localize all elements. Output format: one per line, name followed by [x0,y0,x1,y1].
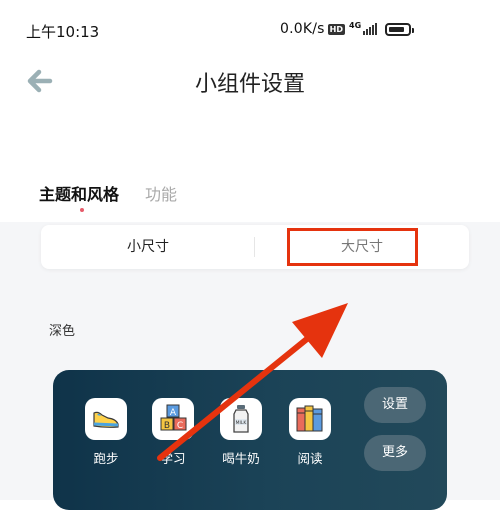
active-tab-indicator [80,208,84,212]
status-indicators: 0.0K/s HD 4G [280,20,415,37]
small-size-option[interactable]: 小尺寸 [41,225,255,269]
app-running[interactable]: 跑步 [83,398,129,467]
hd-badge: HD [327,23,345,35]
app-label: 阅读 [297,451,323,466]
svg-text:B: B [164,421,170,431]
network-speed: 0.0K/s [280,21,325,37]
tab-function[interactable]: 功能 [145,181,177,205]
app-milk[interactable]: MILK 喝牛奶 [218,398,264,467]
page-title: 小组件设置 [194,72,305,97]
tab-theme-style[interactable]: 主题和风格 [39,181,120,212]
app-reading[interactable]: 阅读 [287,398,333,467]
annotation-highlight-box [287,228,418,266]
app-study[interactable]: A B C 学习 [150,398,196,467]
milk-bottle-icon: MILK [220,398,262,440]
battery-level [389,26,405,32]
network-type: 4G [349,20,362,30]
svg-text:C: C [177,421,183,431]
status-bar: 上午10:13 0.0K/s HD 4G [0,0,500,58]
more-button[interactable]: 更多 [364,435,426,471]
books-icon [289,398,331,440]
abc-blocks-icon: A B C [152,398,194,440]
running-shoe-icon [85,398,127,440]
status-time: 上午10:13 [26,23,100,41]
signal-strength-icon [362,23,378,35]
tab-label: 主题和风格 [39,185,120,204]
tab-bar: 主题和风格 功能 [39,181,203,212]
tab-label: 功能 [145,185,178,204]
section-label-dark: 深色 [49,324,76,339]
app-label: 跑步 [93,451,119,466]
settings-button[interactable]: 设置 [364,387,426,423]
app-label: 喝牛奶 [222,451,260,466]
app-label: 学习 [160,451,186,466]
svg-text:A: A [170,408,177,418]
svg-text:MILK: MILK [236,420,248,426]
battery-icon [385,22,415,36]
